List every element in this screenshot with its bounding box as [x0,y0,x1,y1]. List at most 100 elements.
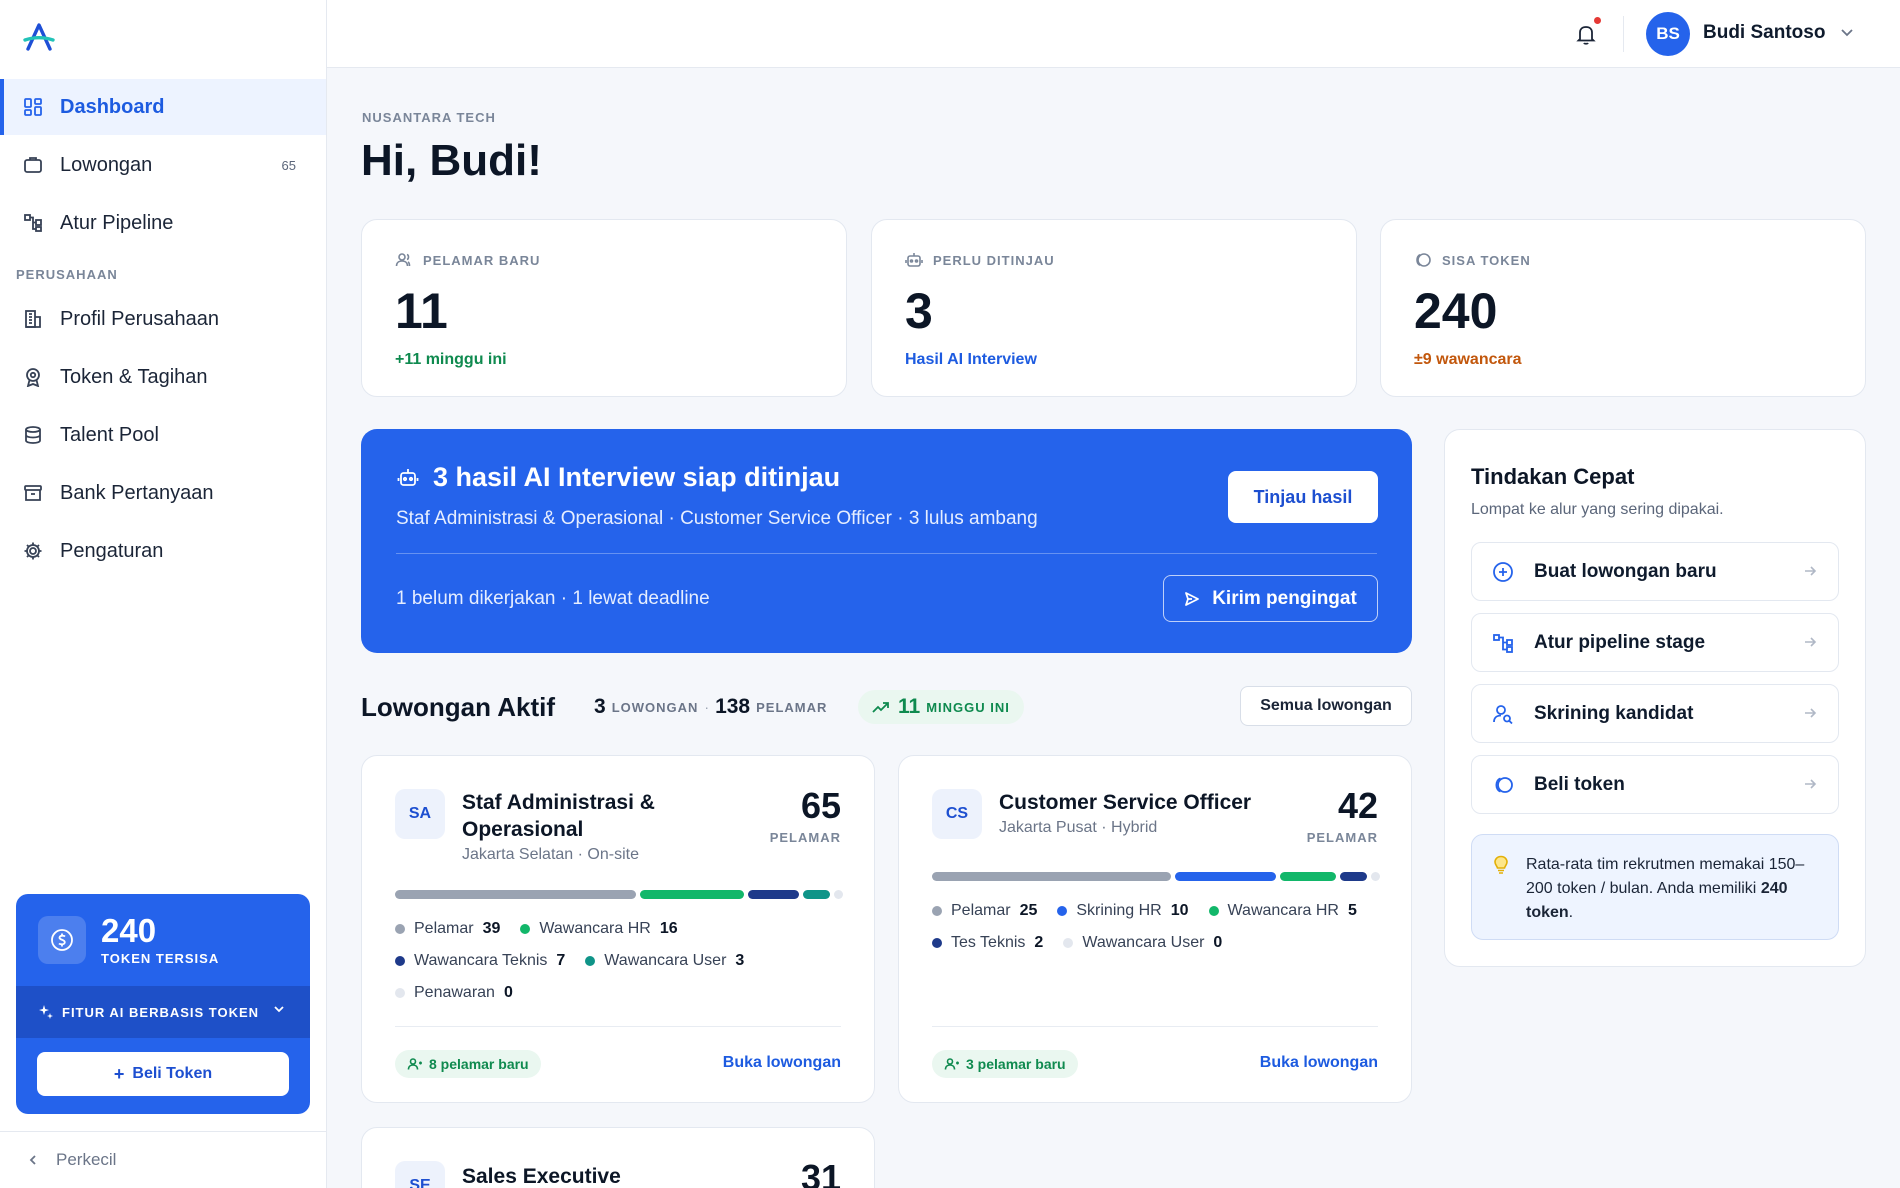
job-initials: SA [395,789,445,839]
legend-dot [1057,905,1068,916]
stat-card-new-applicants[interactable]: PELAMAR BARU 11 +11 minggu ini [361,219,847,397]
review-results-button[interactable]: Tinjau hasil [1228,471,1378,523]
buy-token-action[interactable]: Beli token [1471,755,1839,814]
separator-dot: · [704,699,710,715]
divider [396,553,1377,554]
sparkle-icon [38,1004,54,1020]
collapse-sidebar-button[interactable]: Perkecil [0,1131,326,1188]
job-card[interactable]: SA Staf Administrasi & Operasional Jakar… [361,755,875,1103]
pipeline-segment [1339,872,1367,881]
sidebar-item-label: Profil Perusahaan [60,307,219,330]
stat-label: PERLU DITINJAU [933,252,1055,268]
dollar-coin-icon [38,916,86,964]
sidebar-item-label: Token & Tagihan [60,365,208,388]
job-title[interactable]: Customer Service Officer [999,789,1289,816]
robot-icon [905,252,923,268]
screen-candidates-action[interactable]: Skrining kandidat [1471,684,1839,743]
weekly-trend-badge: 11 MINGGU INI [858,690,1024,724]
sidebar-item-dashboard[interactable]: Dashboard [0,79,326,135]
new-applicants-label: 3 pelamar baru [966,1056,1066,1072]
legend-dot [395,987,405,998]
pipeline-segment [1280,872,1336,881]
all-vacancies-button[interactable]: Semua lowongan [1240,686,1412,726]
top-bar: BS Budi Santoso [327,0,1900,68]
job-initials: SE [395,1161,445,1188]
stage-name: Penawaran [414,983,495,1001]
sidebar-item-label: Pengaturan [60,539,164,562]
section-label: PERUSAHAAN [16,267,118,282]
stat-subtext: ±9 wawancara [1414,351,1522,368]
divider [932,1026,1378,1027]
ai-features-toggle[interactable]: FITUR AI BERBASIS TOKEN [16,986,310,1038]
buy-token-button[interactable]: + Beli Token [37,1052,289,1096]
bell-icon[interactable] [1572,20,1600,48]
avatar[interactable]: BS [1646,12,1690,56]
stat-value: 240 [1414,283,1498,339]
job-title[interactable]: Sales Executive [462,1163,712,1188]
page-title: Hi, Budi! [361,136,542,185]
legend-item: Wawancara User 0 [1063,933,1222,952]
sidebar-item-token-tagihan[interactable]: Token & Tagihan [0,349,326,405]
users-icon [407,1057,423,1071]
sidebar-item-pengaturan[interactable]: Pengaturan [0,523,326,579]
pipeline-segment [833,890,843,899]
vacancy-count: 3 [594,695,606,718]
divider [395,1026,841,1027]
send-icon [1184,591,1200,607]
weekly-label: MINGGU INI [926,699,1010,715]
company-name: NUSANTARA TECH [362,110,496,125]
stage-name: Wawancara HR [539,919,651,937]
legend-item: Wawancara Teknis 7 Wawancara User 3 [395,951,855,970]
stage-name: Wawancara User [1082,933,1205,951]
arrow-right-icon [1802,705,1818,721]
job-card[interactable]: SE Sales Executive 31 [361,1127,875,1188]
chevron-down-icon[interactable] [1839,24,1855,45]
user-name[interactable]: Budi Santoso [1703,22,1825,44]
job-initials: CS [932,789,982,839]
pipeline-segment [932,872,1172,881]
robot-icon [397,467,419,489]
app-logo[interactable] [22,20,56,54]
sidebar-item-atur-pipeline[interactable]: Atur Pipeline [0,195,326,251]
sidebar-item-profil-perusahaan[interactable]: Profil Perusahaan [0,291,326,347]
archive-icon [22,482,44,504]
panel-title: Tindakan Cepat [1471,464,1635,489]
pipeline-stage-action[interactable]: Atur pipeline stage [1471,613,1839,672]
legend-item: Pelamar 25 [932,901,1037,920]
open-vacancy-link[interactable]: Buka lowongan [723,1054,841,1072]
coins-icon [1492,774,1516,796]
send-reminder-button[interactable]: Kirim pengingat [1163,575,1378,622]
sidebar: Dashboard Lowongan 65 Atur Pipeline PERU… [0,0,327,1188]
building-icon [22,308,44,330]
sidebar-item-label: Talent Pool [60,423,159,446]
pipeline-segment [1370,872,1380,881]
new-applicants-label: 8 pelamar baru [429,1056,529,1072]
legend-dot [395,923,405,934]
job-card[interactable]: CS Customer Service Officer Jakarta Pusa… [898,755,1412,1103]
pipeline-segment [803,890,830,899]
legend-dot [585,955,596,966]
applicant-label: PELAMAR [756,699,828,715]
stat-value: 3 [905,283,933,339]
stage-value: 39 [482,919,501,937]
create-vacancy-action[interactable]: Buat lowongan baru [1471,542,1839,601]
pipeline-segment [395,890,637,899]
sidebar-item-talent-pool[interactable]: Talent Pool [0,407,326,463]
sidebar-item-bank-pertanyaan[interactable]: Bank Pertanyaan [0,465,326,521]
sidebar-item-label: Dashboard [60,95,165,118]
stat-card-token-balance[interactable]: SISA TOKEN 240 ±9 wawancara [1380,219,1866,397]
stat-card-needs-review[interactable]: PERLU DITINJAU 3 Hasil AI Interview [871,219,1357,397]
open-vacancy-link[interactable]: Buka lowongan [1260,1054,1378,1072]
pipeline-legend: Pelamar 25 Skrining HR 10 Wawancara HR 5 Te… [932,901,1392,952]
sidebar-item-lowongan[interactable]: Lowongan 65 [0,137,326,193]
stage-value: 2 [1034,933,1044,951]
job-title[interactable]: Staf Administrasi & Operasional [462,789,712,843]
stage-value: 0 [503,983,513,1001]
plus-circle-icon [1492,561,1516,583]
coins-icon [1414,252,1432,268]
arrow-right-icon [1802,634,1818,650]
chevron-left-icon [26,1153,40,1167]
legend-item: Pelamar 39 [395,919,500,938]
stat-subtext-link[interactable]: Hasil AI Interview [905,351,1356,369]
count-badge: 65 [281,157,296,173]
